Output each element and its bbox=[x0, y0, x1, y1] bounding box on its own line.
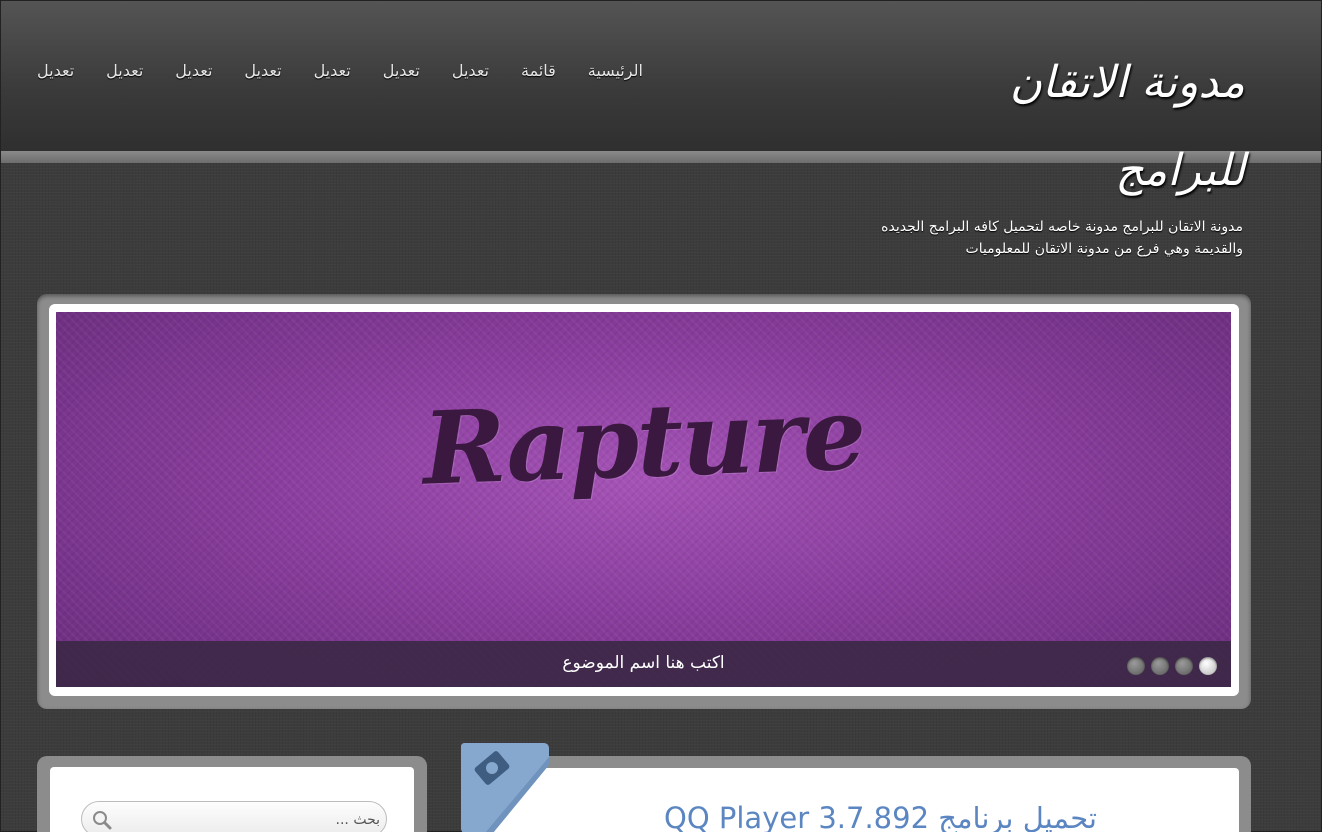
nav-item-edit-2[interactable]: تعديل bbox=[383, 61, 420, 87]
nav-item-menu[interactable]: قائمة bbox=[521, 61, 556, 87]
nav-item-edit-6[interactable]: تعديل bbox=[106, 61, 143, 87]
search-input[interactable] bbox=[120, 810, 380, 830]
blog-description: مدونة الاتقان للبرامج مدونة خاصه لتحميل … bbox=[881, 219, 1243, 257]
blog-title[interactable]: مدونة الاتقان للبرامج bbox=[885, 39, 1245, 215]
nav-item-edit-4[interactable]: تعديل bbox=[244, 61, 281, 87]
slider-dot-2[interactable] bbox=[1175, 657, 1193, 675]
search-icon[interactable] bbox=[92, 810, 112, 830]
slide-caption[interactable]: اكتب هنا اسم الموضوع bbox=[56, 653, 1231, 673]
slide-caption-bar: اكتب هنا اسم الموضوع bbox=[56, 641, 1231, 687]
nav-item-home[interactable]: الرئيسية bbox=[588, 61, 643, 87]
nav-item-edit-5[interactable]: تعديل bbox=[175, 61, 212, 87]
nav-item-edit-7[interactable]: تعديل bbox=[37, 61, 74, 87]
slide-image[interactable]: Rapture bbox=[56, 312, 1231, 687]
main-nav: الرئيسية قائمة تعديل تعديل تعديل تعديل ت… bbox=[37, 61, 643, 87]
slider-pagination bbox=[1127, 657, 1217, 675]
slide-logo-text: Rapture bbox=[420, 374, 867, 508]
slider-dot-3[interactable] bbox=[1151, 657, 1169, 675]
nav-item-edit-3[interactable]: تعديل bbox=[314, 61, 351, 87]
nav-item-edit-1[interactable]: تعديل bbox=[452, 61, 489, 87]
search-box bbox=[81, 801, 387, 832]
slider-dot-1[interactable] bbox=[1199, 657, 1217, 675]
slider-dot-4[interactable] bbox=[1127, 657, 1145, 675]
post-title-link[interactable]: تحميل برنامج QQ Player 3.7.892 bbox=[485, 801, 1097, 832]
